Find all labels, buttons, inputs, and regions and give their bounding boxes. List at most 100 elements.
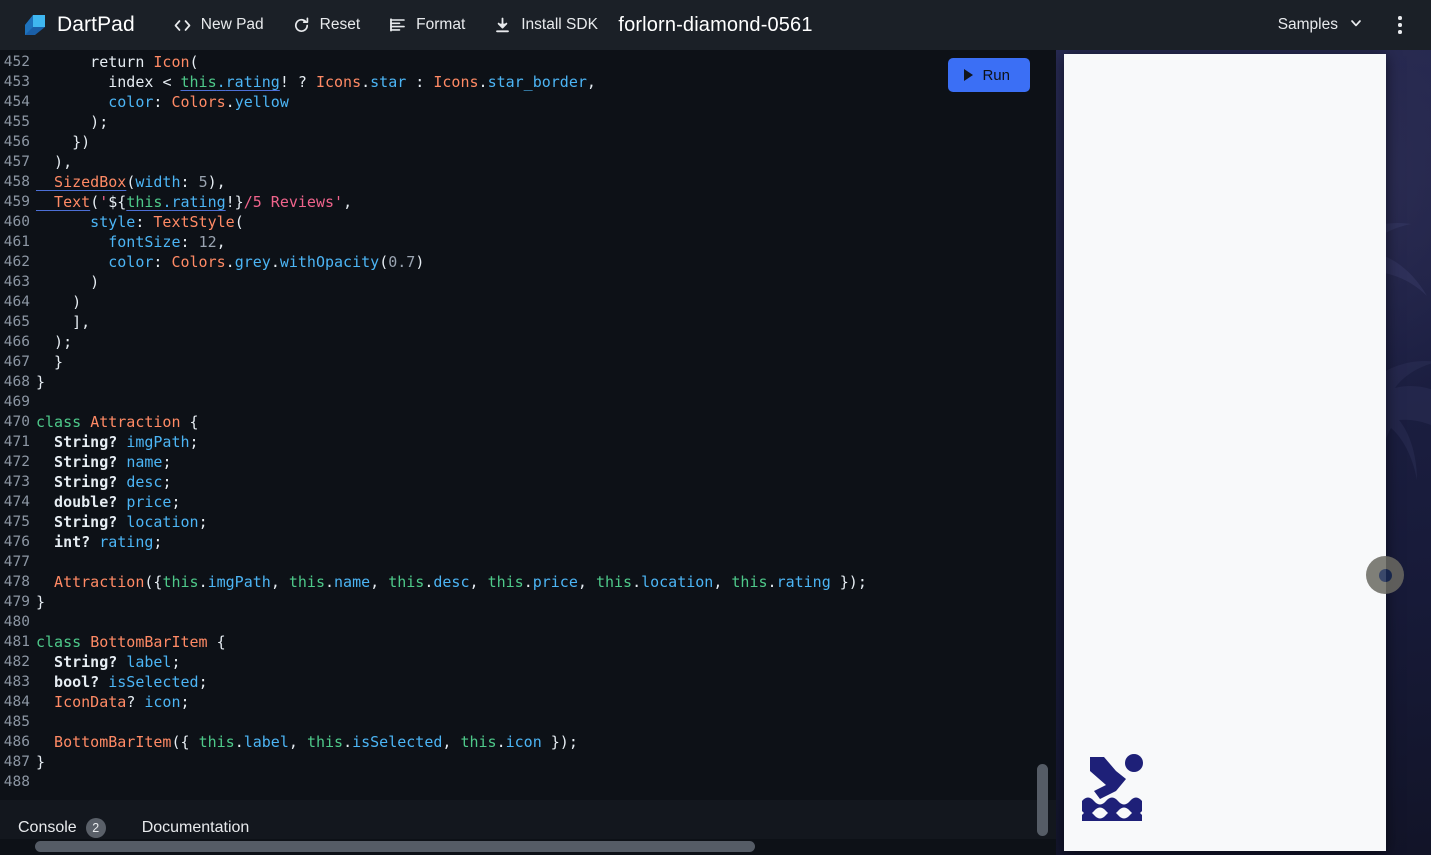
code-line: 457 ), bbox=[0, 152, 1056, 172]
editor-pane: 452 return Icon(453 index < this.rating!… bbox=[0, 50, 1056, 855]
line-number: 483 bbox=[3, 674, 30, 690]
line-number: 473 bbox=[3, 474, 30, 490]
code-line: 471 String? imgPath; bbox=[0, 432, 1056, 452]
code-line: 469 bbox=[0, 392, 1056, 412]
console-tab-label: Console bbox=[18, 818, 77, 836]
line-number: 468 bbox=[3, 374, 30, 390]
app-header: DartPad New Pad Reset Format Install SDK… bbox=[0, 0, 1431, 50]
floating-action-button[interactable] bbox=[1366, 556, 1404, 594]
line-number: 470 bbox=[3, 414, 30, 430]
install-sdk-button[interactable]: Install SDK bbox=[479, 10, 612, 41]
code-line: 483 bool? isSelected; bbox=[0, 672, 1056, 692]
brand: DartPad bbox=[0, 12, 135, 38]
main-body: 452 return Icon(453 index < this.rating!… bbox=[0, 50, 1431, 855]
more-vert-icon[interactable] bbox=[1383, 8, 1417, 42]
line-number: 466 bbox=[3, 334, 30, 350]
line-number: 482 bbox=[3, 654, 30, 670]
code-line-text: } bbox=[36, 753, 46, 771]
code-line-text: Attraction({this.imgPath, this.name, thi… bbox=[36, 573, 867, 591]
code-line: 456 }) bbox=[0, 132, 1056, 152]
line-number: 481 bbox=[3, 634, 30, 650]
flutter-app-preview[interactable] bbox=[1064, 54, 1404, 851]
code-line: 475 String? location; bbox=[0, 512, 1056, 532]
code-editor[interactable]: 452 return Icon(453 index < this.rating!… bbox=[0, 50, 1056, 800]
line-number: 462 bbox=[3, 254, 30, 270]
line-number: 485 bbox=[3, 714, 30, 730]
run-button[interactable]: Run bbox=[948, 58, 1030, 92]
line-number: 454 bbox=[3, 94, 30, 110]
header-right-group: Samples bbox=[1268, 8, 1431, 42]
line-number: 474 bbox=[3, 494, 30, 510]
code-line: 466 ); bbox=[0, 332, 1056, 352]
code-line: 486 BottomBarItem({ this.label, this.isS… bbox=[0, 732, 1056, 752]
editor-horizontal-scrollbar-track bbox=[0, 839, 1056, 855]
reset-label: Reset bbox=[319, 16, 361, 33]
documentation-tab-label: Documentation bbox=[141, 818, 250, 836]
line-number: 487 bbox=[3, 754, 30, 770]
reset-button[interactable]: Reset bbox=[278, 10, 375, 41]
code-line: 454 color: Colors.yellow bbox=[0, 92, 1056, 112]
line-number: 459 bbox=[3, 194, 30, 210]
code-line-text: class BottomBarItem { bbox=[36, 633, 226, 651]
console-badge: 2 bbox=[85, 817, 106, 838]
code-line: 474 double? price; bbox=[0, 492, 1056, 512]
code-line: 480 bbox=[0, 612, 1056, 632]
code-line-text: String? desc; bbox=[36, 473, 172, 491]
code-line-text: color: Colors.yellow bbox=[36, 93, 289, 111]
editor-vertical-scrollbar[interactable] bbox=[1037, 764, 1048, 836]
code-line-text: ) bbox=[36, 273, 100, 291]
line-number: 478 bbox=[3, 574, 30, 590]
new-pad-label: New Pad bbox=[200, 16, 264, 33]
code-line: 481 class BottomBarItem { bbox=[0, 632, 1056, 652]
code-line-text: index < this.rating! ? Icons.star : Icon… bbox=[36, 73, 596, 91]
code-line: 476 int? rating; bbox=[0, 532, 1056, 552]
code-line-text: ); bbox=[36, 113, 109, 131]
code-lines: 452 return Icon(453 index < this.rating!… bbox=[0, 52, 1056, 792]
code-line-text: fontSize: 12, bbox=[36, 233, 226, 251]
code-line-text: ], bbox=[36, 313, 91, 331]
line-number: 476 bbox=[3, 534, 30, 550]
code-line: 462 color: Colors.grey.withOpacity(0.7) bbox=[0, 252, 1056, 272]
line-number: 456 bbox=[3, 134, 30, 150]
dart-logo-icon bbox=[22, 12, 48, 38]
code-line-text: ), bbox=[36, 153, 73, 171]
editor-horizontal-scrollbar[interactable] bbox=[35, 841, 755, 852]
brand-name: DartPad bbox=[57, 13, 135, 36]
swimming-pool-icon bbox=[1082, 749, 1158, 829]
line-number: 455 bbox=[3, 114, 30, 130]
line-number: 475 bbox=[3, 514, 30, 530]
code-line-text: }) bbox=[36, 133, 91, 151]
code-line: 473 String? desc; bbox=[0, 472, 1056, 492]
code-line-text: String? imgPath; bbox=[36, 433, 199, 451]
code-line-text: color: Colors.grey.withOpacity(0.7) bbox=[36, 253, 425, 271]
dartpad-app: DartPad New Pad Reset Format Install SDK… bbox=[0, 0, 1431, 855]
code-line: 482 String? label; bbox=[0, 652, 1056, 672]
new-pad-button[interactable]: New Pad bbox=[159, 10, 278, 41]
code-line: 452 return Icon( bbox=[0, 52, 1056, 72]
line-number: 479 bbox=[3, 594, 30, 610]
line-number: 461 bbox=[3, 234, 30, 250]
format-label: Format bbox=[416, 16, 466, 33]
header-toolbar: New Pad Reset Format Install SDK bbox=[159, 10, 612, 41]
samples-label: Samples bbox=[1277, 16, 1338, 33]
code-line: 461 fontSize: 12, bbox=[0, 232, 1056, 252]
kebab-dot bbox=[1398, 16, 1402, 20]
code-line-text: return Icon( bbox=[36, 53, 199, 71]
format-button[interactable]: Format bbox=[374, 10, 479, 41]
code-line-text: } bbox=[36, 373, 46, 391]
code-line: 488 bbox=[0, 772, 1056, 792]
fab-inner-dot bbox=[1378, 568, 1392, 582]
samples-dropdown[interactable]: Samples bbox=[1268, 9, 1373, 42]
code-line-text: style: TextStyle( bbox=[36, 213, 244, 231]
line-number: 464 bbox=[3, 294, 30, 310]
code-line: 477 bbox=[0, 552, 1056, 572]
code-line: 455 ); bbox=[0, 112, 1056, 132]
line-number: 477 bbox=[3, 554, 30, 570]
play-icon bbox=[964, 69, 974, 81]
line-number: 486 bbox=[3, 734, 30, 750]
code-line-text: } bbox=[36, 593, 46, 611]
code-line-text: int? rating; bbox=[36, 533, 163, 551]
